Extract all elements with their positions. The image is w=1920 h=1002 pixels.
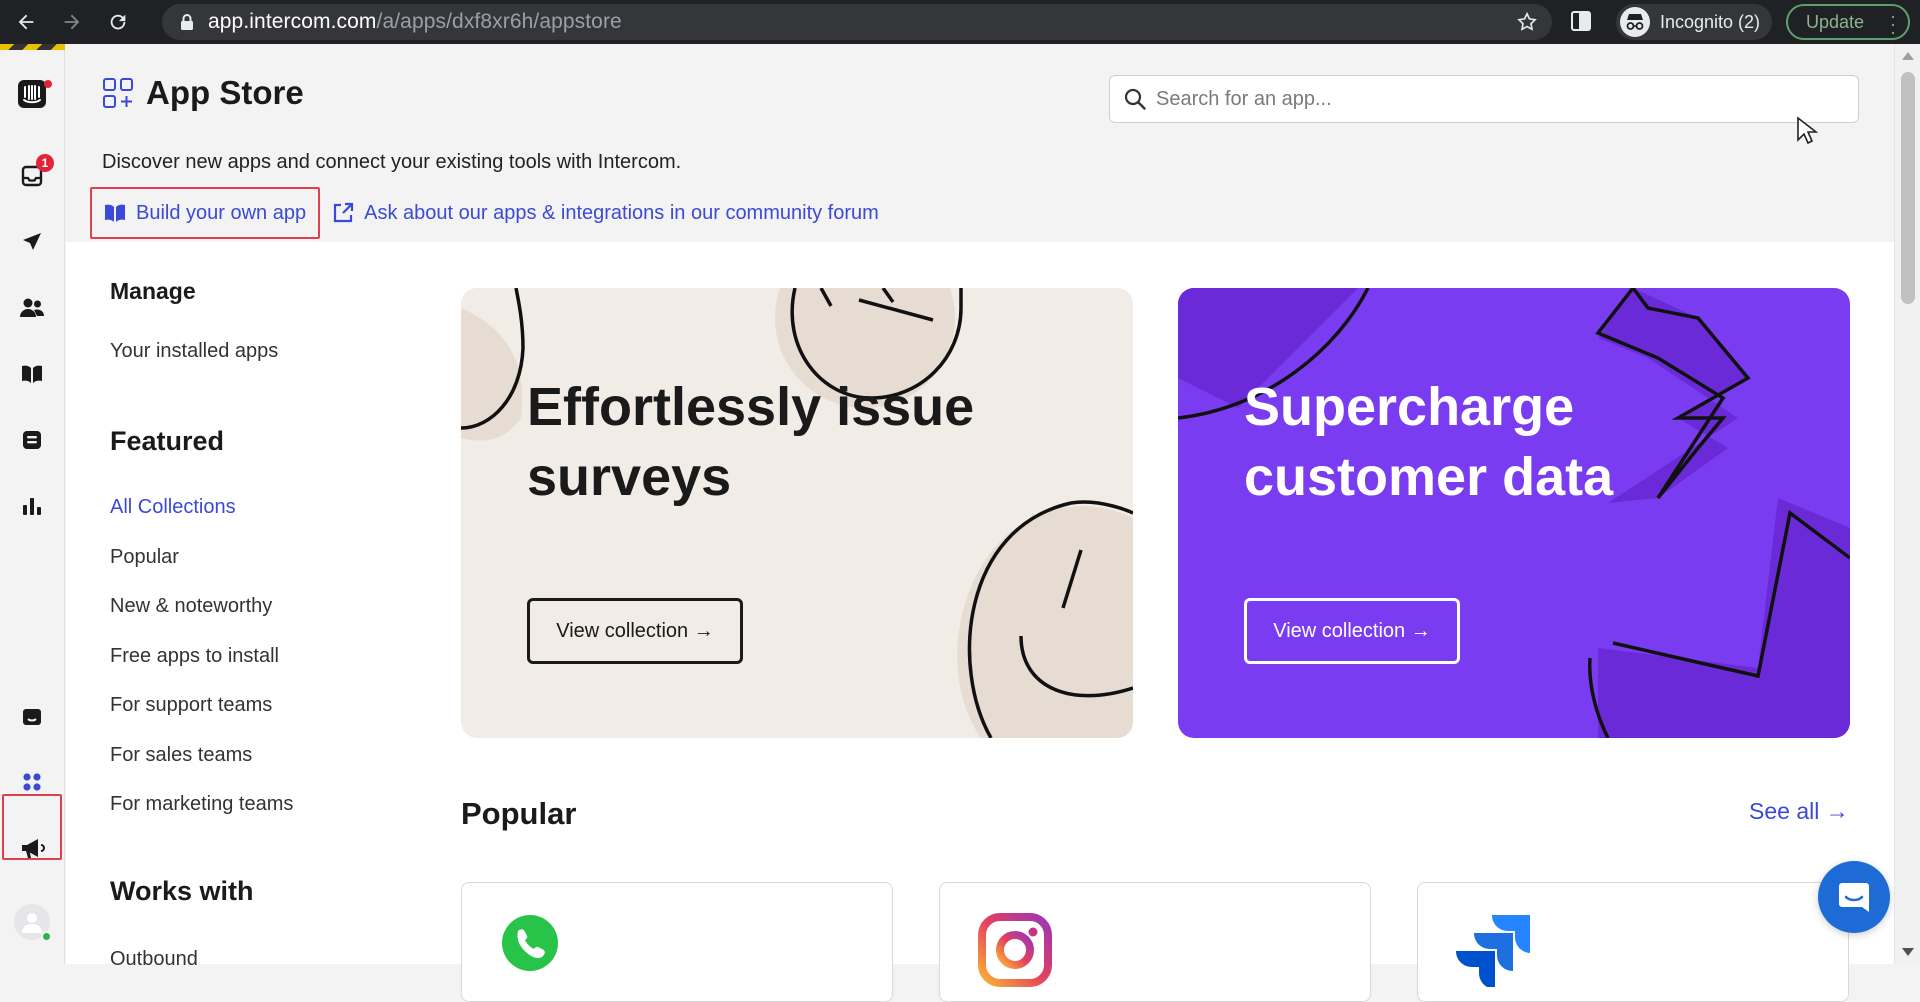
user-avatar[interactable]: [14, 904, 52, 942]
sidebar-item-free-apps[interactable]: Free apps to install: [110, 645, 279, 668]
manage-heading: Manage: [110, 278, 196, 304]
inbox-badge: 1: [36, 154, 54, 172]
page-title-row: App Store: [102, 74, 304, 112]
instagram-icon: [978, 913, 1052, 987]
incognito-indicator[interactable]: Incognito (2): [1616, 4, 1773, 40]
articles-book-icon[interactable]: [16, 358, 48, 390]
sidebar-item-installed-apps[interactable]: Your installed apps: [110, 340, 278, 363]
conversation-icon[interactable]: [16, 702, 48, 734]
forward-arrow-icon: [64, 14, 80, 30]
book-open-icon: [105, 204, 125, 222]
update-button[interactable]: Update · · ·: [1786, 4, 1910, 41]
messenger-settings-icon[interactable]: [16, 424, 48, 456]
page-scrollbar[interactable]: [1894, 44, 1920, 964]
search-icon: [1124, 88, 1146, 110]
search-input[interactable]: [1156, 87, 1836, 111]
outbound-send-icon[interactable]: [16, 226, 48, 258]
side-panel-icon[interactable]: [1570, 10, 1592, 37]
smiley-doodle-illustration: [461, 288, 1133, 738]
mouse-pointer-icon: [1797, 116, 1818, 145]
address-bar[interactable]: app.intercom.com/a/apps/dxf8xr6h/appstor…: [162, 4, 1552, 40]
sidebar-item-popular[interactable]: Popular: [110, 546, 179, 569]
lightning-doodle-illustration: [1178, 288, 1850, 738]
sidebar-item-support-teams[interactable]: For support teams: [110, 694, 272, 717]
app-card-whatsapp[interactable]: [461, 882, 893, 1002]
messenger-launcher-button[interactable]: [1818, 861, 1890, 933]
scrollbar-thumb[interactable]: [1901, 72, 1915, 304]
sidebar-item-all-collections[interactable]: All Collections: [110, 496, 236, 519]
see-all-popular-link[interactable]: See all →: [1749, 798, 1849, 825]
build-your-own-app-link[interactable]: Build your own app: [90, 187, 321, 239]
works-with-heading: Works with: [110, 876, 254, 906]
reload-icon: [110, 14, 126, 30]
reports-chart-icon[interactable]: [16, 490, 48, 522]
surveys-banner-heading: Effortlessly issue surveys: [527, 377, 975, 507]
bookmark-star-icon[interactable]: [1516, 11, 1538, 38]
forward-button[interactable]: [52, 2, 92, 42]
back-button[interactable]: [6, 2, 46, 42]
scroll-down-arrow-icon[interactable]: [1902, 948, 1914, 956]
incognito-label: Incognito (2): [1660, 11, 1761, 32]
contacts-icon[interactable]: [16, 292, 48, 324]
app-card-jira[interactable]: [1417, 882, 1849, 1002]
url-text: app.intercom.com/a/apps/dxf8xr6h/appstor…: [208, 10, 622, 33]
intercom-left-nav: 1: [0, 44, 65, 964]
online-status-dot: [41, 931, 52, 942]
incognito-icon: [1620, 7, 1650, 37]
more-vertical-icon[interactable]: · · ·: [1890, 7, 1896, 41]
sidebar-item-new-noteworthy[interactable]: New & noteworthy: [110, 595, 272, 618]
featured-heading: Featured: [110, 426, 225, 456]
customer-data-collection-banner[interactable]: Supercharge customer data View collectio…: [1178, 288, 1850, 738]
surveys-view-collection-button[interactable]: View collection →: [527, 598, 743, 664]
header-links: Build your own app Ask about our apps & …: [90, 187, 879, 239]
data-banner-heading: Supercharge customer data: [1244, 377, 1614, 507]
jira-icon: [1456, 915, 1530, 987]
app-card-instagram[interactable]: [939, 882, 1371, 1002]
browser-toolbar: app.intercom.com/a/apps/dxf8xr6h/appstor…: [0, 0, 1920, 44]
update-label: Update: [1806, 11, 1865, 32]
notification-dot: [44, 80, 52, 88]
forum-link-label: Ask about our apps & integrations in our…: [364, 201, 879, 224]
chat-bubble-icon: [1839, 883, 1869, 912]
dev-warning-stripe: [0, 44, 65, 50]
app-store-header: App Store Discover new apps and connect …: [66, 44, 1894, 242]
surveys-collection-banner[interactable]: Effortlessly issue surveys View collecti…: [461, 288, 1133, 738]
reload-button[interactable]: [98, 2, 138, 42]
sidebar-item-sales-teams[interactable]: For sales teams: [110, 744, 252, 767]
app-store-title-icon: [103, 78, 133, 108]
app-search-box[interactable]: [1109, 75, 1859, 123]
back-arrow-icon: [18, 14, 34, 30]
user-silhouette-icon: [22, 913, 42, 933]
community-forum-link[interactable]: Ask about our apps & integrations in our…: [332, 202, 879, 225]
build-link-label: Build your own app: [136, 201, 307, 224]
scroll-up-arrow-icon[interactable]: [1902, 52, 1914, 60]
announcements-megaphone-icon[interactable]: [16, 832, 48, 864]
sidebar-item-outbound[interactable]: Outbound: [110, 948, 198, 971]
app-store-grid-icon[interactable]: [16, 766, 48, 798]
data-view-collection-button[interactable]: View collection →: [1244, 598, 1460, 664]
popular-section-title: Popular: [461, 796, 577, 831]
whatsapp-icon: [502, 915, 558, 971]
page-title: App Store: [146, 74, 304, 111]
lock-icon: [181, 14, 193, 30]
sidebar-item-marketing-teams[interactable]: For marketing teams: [110, 793, 293, 816]
external-link-icon: [334, 202, 354, 223]
page-subtitle: Discover new apps and connect your exist…: [102, 151, 682, 173]
app-store-content: Manage Your installed apps Featured All …: [66, 242, 1894, 1002]
